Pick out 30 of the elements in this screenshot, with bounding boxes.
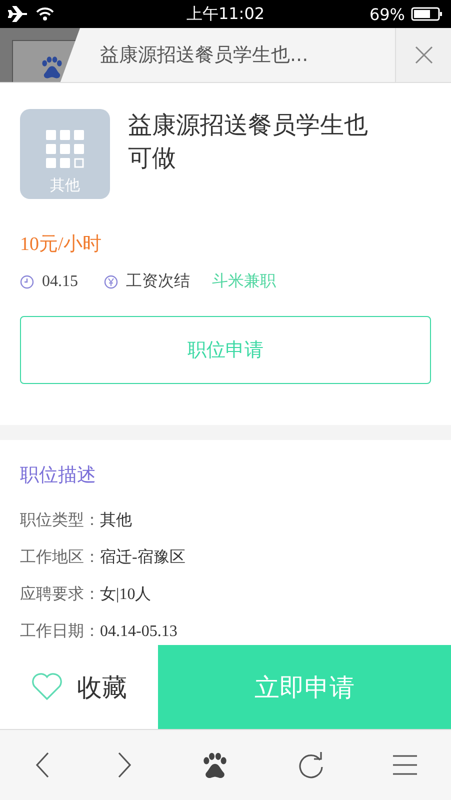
battery-icon bbox=[411, 7, 443, 21]
airplane-mode-icon bbox=[8, 6, 28, 22]
field-label: 职位类型： bbox=[20, 510, 100, 531]
clock-icon bbox=[20, 274, 34, 288]
close-icon bbox=[414, 46, 432, 64]
refresh-icon bbox=[296, 751, 324, 779]
field-value: 宿迁-宿豫区 bbox=[100, 548, 186, 568]
field-label: 工作日期： bbox=[20, 621, 100, 642]
tab-preview[interactable] bbox=[0, 28, 90, 82]
heart-icon bbox=[31, 673, 63, 701]
job-date: 04.15 bbox=[42, 272, 78, 290]
field-label: 应聘要求： bbox=[20, 584, 100, 605]
yen-icon bbox=[104, 274, 118, 288]
battery-percent: 69% bbox=[369, 4, 405, 24]
job-source: 斗米兼职 bbox=[212, 271, 276, 292]
field-value: 女|10人 bbox=[100, 585, 152, 605]
job-title: 益康源招送餐员学生也可做 bbox=[128, 110, 369, 174]
clock-time: 上午11:02 bbox=[186, 4, 265, 22]
category-label: 其他 bbox=[50, 176, 80, 195]
wifi-icon bbox=[36, 7, 54, 21]
salary: 10元/小时 bbox=[20, 233, 102, 257]
field-label: 工作地区： bbox=[20, 547, 100, 568]
back-icon bbox=[34, 751, 50, 779]
grid-icon bbox=[46, 130, 84, 168]
forward-icon bbox=[116, 751, 132, 779]
field-value: 04.14-05.13 bbox=[100, 622, 178, 640]
pay-settlement: 工资次结 bbox=[126, 271, 190, 292]
field-value: 其他 bbox=[100, 510, 132, 531]
section-heading: 职位描述 bbox=[20, 463, 97, 488]
menu-icon bbox=[392, 754, 418, 776]
